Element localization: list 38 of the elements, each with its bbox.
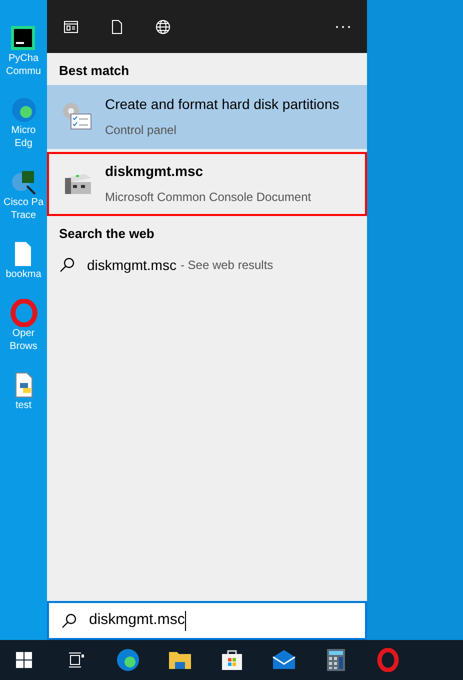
shopping-bag-icon (220, 648, 244, 672)
search-icon (61, 612, 77, 628)
result-subtitle: Control panel (105, 122, 178, 139)
edge-icon (10, 96, 38, 124)
text-cursor-icon (184, 610, 186, 630)
settings-checklist-icon (61, 100, 93, 132)
web-search-result[interactable]: diskmgmt.msc - See web results (47, 247, 367, 283)
desktop-icon-label[interactable]: test (15, 399, 32, 412)
search-result[interactable]: Create and format hard disk partitions Control panel (47, 84, 367, 148)
section-heading: Best match (58, 62, 130, 80)
search-field[interactable]: diskmgmt.msc (47, 601, 367, 640)
result-title: diskmgmt.msc (105, 162, 204, 181)
search-text: diskmgmt.msc (89, 610, 185, 630)
document-icon[interactable] (109, 18, 125, 34)
search-result[interactable]: diskmgmt.msc Microsoft Common Console Document (47, 152, 367, 216)
pycharm-icon (9, 24, 38, 52)
opera-icon (376, 648, 400, 672)
more-icon[interactable] (335, 24, 351, 28)
opera-icon (10, 299, 38, 327)
web-query: diskmgmt.msc (87, 256, 176, 275)
network-tool-icon (9, 168, 38, 196)
windows-logo-icon (16, 652, 32, 668)
search-icon (59, 257, 75, 273)
globe-icon[interactable] (155, 18, 171, 34)
envelope-icon (272, 648, 296, 672)
news-icon[interactable] (63, 18, 79, 34)
result-subtitle: Microsoft Common Console Document (105, 189, 312, 206)
edge-icon (116, 648, 140, 672)
desktop-icon-label[interactable]: Oper Brows (10, 327, 38, 353)
task-view-icon (68, 652, 84, 668)
section-heading: Search the web (58, 224, 156, 242)
web-hint: - See web results (180, 257, 274, 274)
result-title: Create and format hard disk partitions (105, 95, 340, 114)
desktop-icon-label[interactable]: bookma (6, 268, 42, 281)
desktop-icon-label[interactable]: PyCha Commu (6, 52, 41, 78)
desktop-icon-label[interactable]: Cisco Pa Trace (3, 196, 44, 222)
desktop-icon-label[interactable]: Micro Edg (11, 124, 36, 150)
calculator-icon (324, 648, 348, 672)
